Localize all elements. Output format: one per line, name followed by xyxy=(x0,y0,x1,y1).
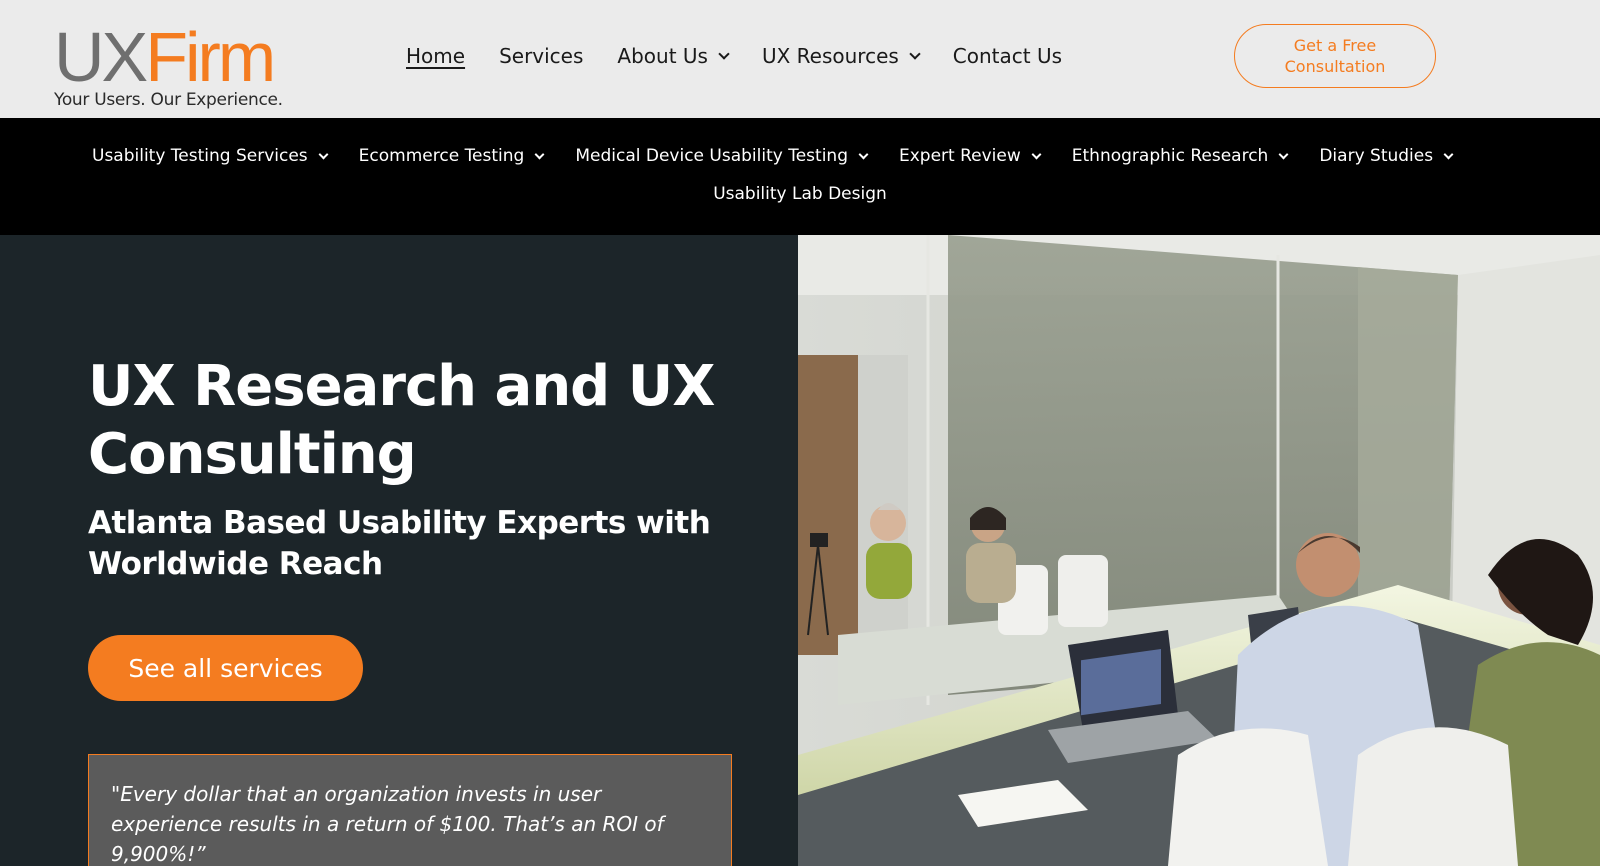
subnav-item-usability-testing[interactable]: Usability Testing Services xyxy=(92,146,329,166)
chevron-down-icon xyxy=(1278,149,1289,159)
subnav-label: Medical Device Usability Testing xyxy=(575,146,848,166)
logo-tagline: Your Users. Our Experience. xyxy=(54,90,283,110)
top-header: UXFirm Your Users. Our Experience. Home … xyxy=(0,0,1600,118)
see-all-services-button[interactable]: See all services xyxy=(88,635,363,701)
subnav-label: Expert Review xyxy=(899,146,1021,166)
chevron-down-icon xyxy=(1031,149,1042,159)
chevron-down-icon xyxy=(1443,149,1454,159)
lab-illustration xyxy=(798,235,1600,866)
subnav-label: Usability Testing Services xyxy=(92,146,308,166)
nav-item-ux-resources[interactable]: UX Resources xyxy=(761,44,921,68)
nav-item-services[interactable]: Services xyxy=(499,44,583,68)
hero-section: UX Research and UX Consulting Atlanta Ba… xyxy=(0,235,798,866)
chevron-down-icon xyxy=(718,47,730,60)
subnav-label: Usability Lab Design xyxy=(713,184,887,204)
free-consultation-button[interactable]: Get a Free Consultation xyxy=(1234,24,1436,88)
subnav-label: Diary Studies xyxy=(1319,146,1434,166)
usability-lab-photo xyxy=(798,235,1600,866)
subnav-label: Ecommerce Testing xyxy=(358,146,525,166)
subnav-item-ecommerce-testing[interactable]: Ecommerce Testing xyxy=(358,146,545,166)
chevron-down-icon xyxy=(909,47,921,60)
uxfirm-logo[interactable]: UXFirm Your Users. Our Experience. xyxy=(54,22,304,110)
chevron-down-icon xyxy=(858,149,869,159)
services-nav: Usability Testing Services Ecommerce Tes… xyxy=(0,118,1600,235)
services-nav-row: Usability Lab Design xyxy=(0,184,1600,204)
services-nav-row: Usability Testing Services Ecommerce Tes… xyxy=(92,146,1454,166)
subnav-item-expert-review[interactable]: Expert Review xyxy=(899,146,1042,166)
subnav-item-diary-studies[interactable]: Diary Studies xyxy=(1319,146,1454,166)
hero-title: UX Research and UX Consulting xyxy=(88,354,715,487)
logo-firm-text: Firm xyxy=(145,18,276,96)
nav-label: Home xyxy=(406,44,466,68)
nav-item-about-us[interactable]: About Us xyxy=(617,44,730,68)
subnav-item-medical-device[interactable]: Medical Device Usability Testing xyxy=(575,146,869,166)
subnav-item-ethnographic[interactable]: Ethnographic Research xyxy=(1071,146,1289,166)
nav-label: Services xyxy=(499,44,584,68)
roi-quote-text: "Every dollar that an organization inves… xyxy=(111,782,664,866)
subnav-label: Ethnographic Research xyxy=(1071,146,1269,166)
nav-label: About Us xyxy=(617,44,708,68)
main-nav: Home Services About Us UX Resources Cont… xyxy=(406,44,1062,68)
nav-label: UX Resources xyxy=(761,44,899,68)
logo-ux-text: UX xyxy=(54,18,148,96)
roi-quote-box: "Every dollar that an organization inves… xyxy=(88,754,732,866)
logo-wordmark: UXFirm xyxy=(54,22,304,92)
nav-item-contact-us[interactable]: Contact Us xyxy=(953,44,1062,68)
hero-subtitle: Atlanta Based Usability Experts with Wor… xyxy=(88,505,711,582)
nav-label: Contact Us xyxy=(952,44,1063,68)
chevron-down-icon xyxy=(318,149,329,159)
nav-item-home[interactable]: Home xyxy=(406,44,465,68)
chevron-down-icon xyxy=(534,149,545,159)
subnav-item-usability-lab-design[interactable]: Usability Lab Design xyxy=(713,184,887,204)
